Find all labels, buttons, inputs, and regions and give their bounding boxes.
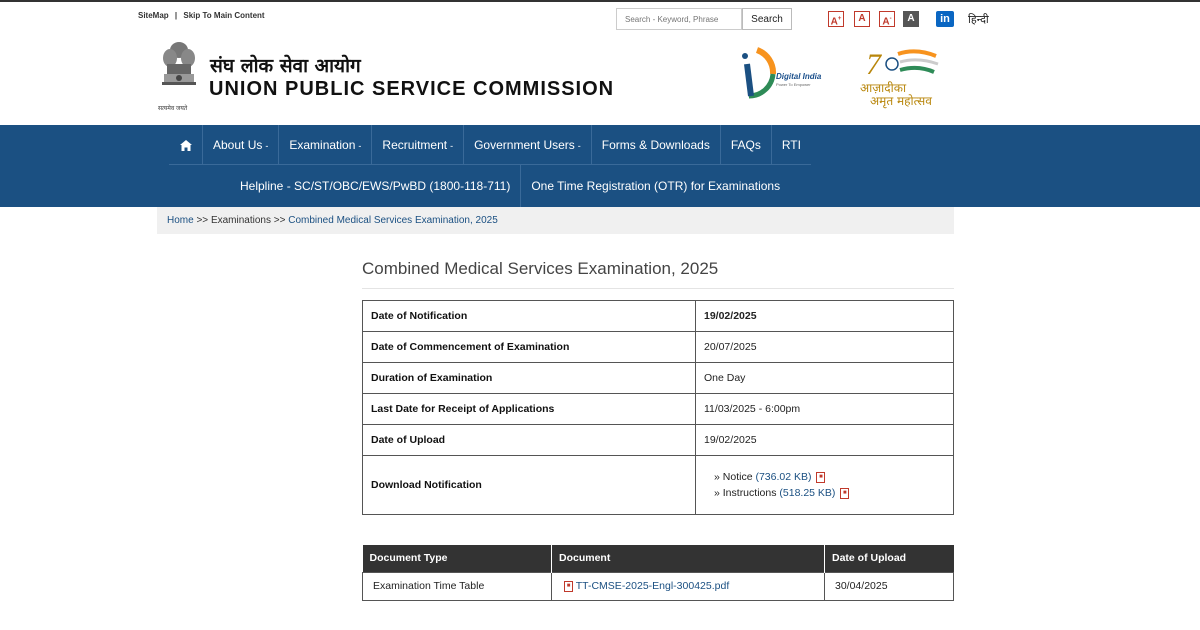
column-header-document-type: Document Type (362, 545, 552, 572)
nav-secondary-row: Helpline - SC/ST/OBC/EWS/PwBD (1800-118-… (230, 165, 790, 207)
table-cell-value: 19/02/2025 (695, 424, 954, 456)
nav-rti-label: RTI (781, 138, 801, 152)
nav-examination[interactable]: Examination - (279, 125, 373, 165)
notice-download-item: » Notice (736.02 KB) ■ (704, 469, 945, 485)
instructions-size-link[interactable]: (518.25 KB) (779, 487, 835, 499)
azadi-text-line2: अमृत महोत्सव (870, 94, 932, 108)
table-cell-document: ■ TT-CMSE-2025-Engl-300425.pdf (551, 571, 825, 601)
table-row: Duration of Examination One Day (362, 362, 954, 394)
page-title: Combined Medical Services Examination, 2… (362, 259, 954, 289)
breadcrumb-home[interactable]: Home (167, 215, 194, 226)
nav-otr[interactable]: One Time Registration (OTR) for Examinat… (521, 165, 790, 207)
site-header: सत्यमेव जयते संघ लोक सेवा आयोग UNION PUB… (0, 32, 1200, 125)
nav-primary-row: About Us - Examination - Recruitment - Gove… (169, 125, 811, 165)
site-title-english[interactable]: UNION PUBLIC SERVICE COMMISSION (209, 78, 614, 101)
search-button[interactable]: Search (742, 8, 792, 30)
breadcrumb-separator: >> (273, 215, 286, 226)
document-link[interactable]: TT-CMSE-2025-Engl-300425.pdf (576, 580, 730, 592)
column-header-document: Document (551, 545, 825, 572)
bullet-icon: » (714, 471, 720, 483)
svg-text:7: 7 (866, 48, 883, 81)
table-cell-label: Duration of Examination (362, 362, 696, 394)
nav-government-users-label: Government Users (474, 138, 575, 152)
notice-size-link[interactable]: (736.02 KB) (755, 471, 811, 483)
nav-rti[interactable]: RTI (772, 125, 811, 165)
column-header-date-of-upload: Date of Upload (824, 545, 954, 572)
skip-to-main-link[interactable]: Skip To Main Content (183, 11, 264, 20)
utility-separator: | (174, 11, 178, 20)
nav-about-us-label: About Us (213, 138, 263, 152)
nav-government-users[interactable]: Government Users - (464, 125, 592, 165)
documents-table: Document Type Document Date of Upload Ex… (362, 545, 954, 601)
font-size-normal-button[interactable]: A (854, 11, 870, 27)
breadcrumb: Home >> Examinations >> Combined Medical… (157, 207, 954, 234)
instructions-label[interactable]: Instructions (723, 487, 777, 499)
font-size-increase-label: A (830, 16, 838, 28)
table-row: Date of Commencement of Examination 20/0… (362, 331, 954, 363)
sitemap-link[interactable]: SiteMap (138, 11, 169, 20)
pdf-icon[interactable]: ■ (840, 487, 850, 499)
national-emblem-icon (162, 42, 196, 85)
emblem-caption: सत्यमेव जयते (158, 106, 188, 112)
table-row: Download Notification » Notice (736.02 K… (362, 455, 954, 515)
font-size-decrease-button[interactable]: A- (879, 11, 895, 27)
font-size-decrease-label: A (882, 16, 890, 28)
breadcrumb-examinations[interactable]: Examinations (211, 215, 271, 226)
nav-about-us-caret: - (265, 141, 269, 151)
language-toggle-link[interactable]: हिन्दी (968, 12, 989, 27)
font-size-normal-label: A (858, 13, 866, 24)
nav-home-item[interactable] (169, 125, 203, 165)
nav-recruitment-label: Recruitment (382, 138, 448, 152)
table-cell-label: Date of Notification (362, 300, 696, 332)
nav-faqs-label: FAQs (730, 138, 761, 152)
utility-links: SiteMap | Skip To Main Content (138, 11, 265, 20)
nav-faqs[interactable]: FAQs (721, 125, 772, 165)
nav-recruitment-caret: - (450, 141, 454, 151)
nav-forms-downloads[interactable]: Forms & Downloads (592, 125, 721, 165)
table-cell-value: 19/02/2025 (695, 300, 954, 332)
download-links-cell: » Notice (736.02 KB) ■ » Instructions (5… (695, 455, 954, 515)
nav-government-users-caret: - (577, 141, 581, 151)
digital-india-tagline: Power To Empower (776, 82, 811, 87)
high-contrast-label: A (907, 13, 915, 24)
instructions-download-item: » Instructions (518.25 KB) ■ (704, 485, 945, 501)
font-size-increase-button[interactable]: A+ (828, 11, 844, 27)
nav-examination-label: Examination (289, 138, 356, 152)
table-cell-label: Download Notification (362, 455, 696, 515)
table-cell-value: One Day (695, 362, 954, 394)
linkedin-icon[interactable]: in (936, 11, 954, 27)
breadcrumb-separator: >> (196, 215, 209, 226)
table-cell-date: 30/04/2025 (824, 571, 954, 601)
table-row: Last Date for Receipt of Applications 11… (362, 393, 954, 425)
table-row: Examination Time Table ■ TT-CMSE-2025-En… (362, 571, 954, 601)
table-cell-value: 11/03/2025 - 6:00pm (695, 393, 954, 425)
table-cell-label: Last Date for Receipt of Applications (362, 393, 696, 425)
breadcrumb-current[interactable]: Combined Medical Services Examination, 2… (288, 215, 498, 226)
pdf-icon[interactable]: ■ (564, 580, 573, 592)
nav-about-us[interactable]: About Us - (203, 125, 280, 165)
notice-label[interactable]: Notice (723, 471, 753, 483)
high-contrast-button[interactable]: A (903, 11, 919, 27)
nav-forms-downloads-label: Forms & Downloads (601, 138, 710, 152)
pdf-icon[interactable]: ■ (816, 471, 826, 483)
bullet-icon: » (714, 487, 720, 499)
nav-helpline[interactable]: Helpline - SC/ST/OBC/EWS/PwBD (1800-118-… (230, 165, 522, 207)
table-cell-label: Date of Upload (362, 424, 696, 456)
digital-india-text: Digital India (776, 72, 822, 81)
top-utility-bar: SiteMap | Skip To Main Content Search A+… (0, 0, 1200, 32)
nav-recruitment[interactable]: Recruitment - (372, 125, 465, 165)
site-title-hindi[interactable]: संघ लोक सेवा आयोग (210, 52, 361, 78)
home-icon (179, 140, 192, 152)
table-row: Date of Notification 19/02/2025 (362, 300, 954, 332)
main-navigation: About Us - Examination - Recruitment - Gove… (0, 125, 1200, 207)
table-cell-value: 20/07/2025 (695, 331, 954, 363)
table-row: Date of Upload 19/02/2025 (362, 424, 954, 456)
exam-details-table: Date of Notification 19/02/2025 Date of … (362, 300, 954, 515)
table-cell-label: Date of Commencement of Examination (362, 331, 696, 363)
nav-examination-caret: - (358, 141, 362, 151)
table-cell-document-type: Examination Time Table (362, 571, 552, 601)
search-input[interactable] (616, 8, 742, 30)
table-header-row: Document Type Document Date of Upload (362, 545, 954, 572)
